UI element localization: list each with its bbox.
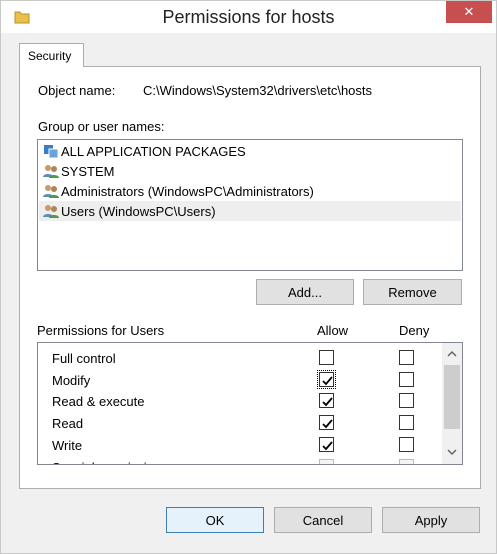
permission-row: Read [38,412,442,434]
tab-security[interactable]: Security [19,43,84,67]
permission-name: Special permissions [52,460,168,465]
group-list[interactable]: ALL APPLICATION PACKAGES SYSTEM Administ… [37,139,463,271]
deny-checkbox[interactable] [399,393,414,409]
list-item-label: Users (WindowsPC\Users) [61,203,216,219]
permissions-dialog: Permissions for hosts ✕ Security Object … [0,0,497,554]
allow-checkbox[interactable] [319,350,334,365]
object-name-label: Object name: [38,83,116,98]
scroll-up-arrow[interactable] [442,345,462,362]
vertical-scrollbar[interactable] [442,343,462,464]
list-item-users[interactable]: Users (WindowsPC\Users) [39,201,461,221]
permissions-label: Permissions for Users [37,323,165,338]
window-title: Permissions for hosts [162,7,335,27]
permission-row: Full control [38,347,442,369]
list-item-label: Administrators (WindowsPC\Administrators… [61,183,314,199]
group-names-label: Group or user names: [38,119,165,134]
users-group-icon [43,205,59,218]
permission-row: Modify [38,369,442,391]
close-button[interactable]: ✕ [446,1,492,23]
deny-checkbox[interactable] [399,371,414,387]
allow-header: Allow [317,323,349,338]
checkmark-icon [322,441,333,451]
permission-row: Special permissions [38,456,442,465]
chevron-up-icon [447,350,457,356]
allow-checkbox[interactable] [319,393,334,409]
title-bar: Permissions for hosts ✕ [1,1,496,33]
apply-button[interactable]: Apply [382,507,480,533]
checkmark-icon [322,419,333,429]
scroll-thumb[interactable] [444,365,460,429]
chevron-down-icon [447,449,457,455]
ok-button[interactable]: OK [166,507,264,533]
remove-button[interactable]: Remove [363,279,462,305]
checkmark-icon [322,376,333,386]
permission-name: Modify [52,372,91,388]
permission-name: Read [52,416,84,432]
app-packages-icon [44,145,59,159]
deny-header: Deny [399,323,430,338]
permissions-list[interactable]: Full control Modify Read & execute Read Writ… [37,342,463,465]
list-item-system[interactable]: SYSTEM [39,161,461,181]
allow-checkbox[interactable] [319,458,334,464]
cancel-button[interactable]: Cancel [274,507,372,533]
add-button[interactable]: Add... [256,279,354,305]
list-item-label: ALL APPLICATION PACKAGES [61,143,246,159]
list-item-administrators[interactable]: Administrators (WindowsPC\Administrators… [39,181,461,201]
list-item-label: SYSTEM [61,163,115,179]
permission-row: Read & execute [38,390,442,412]
deny-checkbox[interactable] [399,458,414,464]
close-icon: ✕ [463,4,475,19]
allow-checkbox[interactable] [319,436,334,452]
permission-name: Read & execute [52,394,145,410]
list-item-all-app-packages[interactable]: ALL APPLICATION PACKAGES [39,141,461,161]
allow-checkbox[interactable] [319,415,334,431]
users-group-icon [43,165,59,178]
deny-checkbox[interactable] [399,350,414,365]
users-group-icon [43,185,59,198]
permission-name: Write [52,437,83,453]
allow-checkbox[interactable] [317,369,336,389]
permission-row: Write [38,434,442,456]
deny-checkbox[interactable] [399,436,414,452]
object-name-value: C:\Windows\System32\drivers\etc\hosts [143,83,373,98]
permission-name: Full control [52,351,116,366]
checkmark-icon [322,397,333,407]
deny-checkbox[interactable] [399,415,414,431]
scroll-down-arrow[interactable] [442,443,462,460]
